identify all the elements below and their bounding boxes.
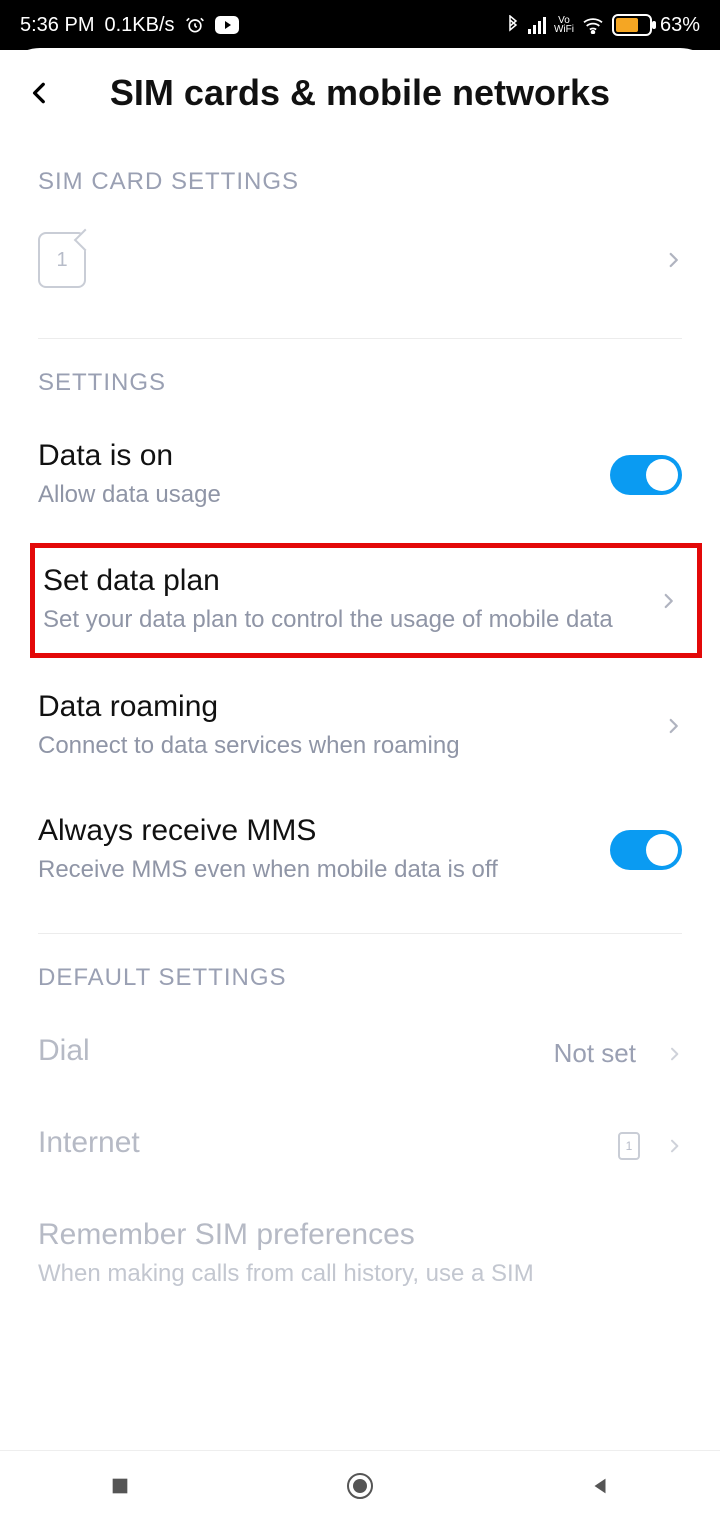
mms-text: Always receive MMS Receive MMS even when… (38, 814, 590, 886)
app-bar: SIM cards & mobile networks (0, 48, 720, 138)
section-header-sim: SIM CARD SETTINGS (0, 138, 720, 212)
section-header-default: DEFAULT SETTINGS (0, 934, 720, 1008)
sim-slot-row[interactable]: 1 (0, 212, 720, 318)
data-roaming-row[interactable]: Data roaming Connect to data services wh… (0, 664, 720, 788)
data-on-title: Data is on (38, 439, 590, 473)
mms-toggle-row[interactable]: Always receive MMS Receive MMS even when… (0, 788, 720, 912)
dial-value: Not set (554, 1038, 636, 1069)
youtube-icon (215, 16, 239, 34)
bluetooth-icon (506, 15, 520, 35)
sim-card-icon: 1 (618, 1132, 640, 1160)
nav-recent-button[interactable] (100, 1466, 140, 1506)
chevron-right-icon (666, 1134, 682, 1158)
set-data-plan-sub: Set your data plan to control the usage … (43, 604, 639, 636)
page-title: SIM cards & mobile networks (20, 72, 700, 114)
data-roaming-title: Data roaming (38, 690, 644, 724)
status-bar: 5:36 PM 0.1KB/s Vo WiFi 63% (0, 0, 720, 50)
internet-title: Internet (38, 1126, 598, 1160)
sim-slot-number: 1 (56, 249, 67, 272)
screen: SIM cards & mobile networks SIM CARD SET… (0, 48, 720, 1290)
data-toggle-row[interactable]: Data is on Allow data usage (0, 413, 720, 537)
set-data-plan-text: Set data plan Set your data plan to cont… (43, 564, 639, 636)
navigation-bar (0, 1450, 720, 1520)
data-roaming-sub: Connect to data services when roaming (38, 730, 644, 762)
dial-title: Dial (38, 1034, 534, 1068)
alarm-icon (185, 15, 205, 35)
status-left: 5:36 PM 0.1KB/s (20, 14, 239, 37)
remember-sim-sub: When making calls from call history, use… (38, 1258, 682, 1290)
internet-row[interactable]: Internet 1 (0, 1100, 720, 1192)
dial-row[interactable]: Dial Not set (0, 1008, 720, 1100)
chevron-right-icon (666, 1042, 682, 1066)
dial-text: Dial (38, 1034, 534, 1074)
status-right: Vo WiFi 63% (506, 14, 700, 37)
wifi-icon (582, 16, 604, 34)
section-header-settings: SETTINGS (0, 339, 720, 413)
remember-sim-text: Remember SIM preferences When making cal… (38, 1218, 682, 1290)
nav-back-button[interactable] (580, 1466, 620, 1506)
status-time: 5:36 PM (20, 14, 94, 37)
remember-sim-title: Remember SIM preferences (38, 1218, 682, 1252)
remember-sim-row[interactable]: Remember SIM preferences When making cal… (0, 1192, 720, 1290)
internet-text: Internet (38, 1126, 598, 1166)
status-netspeed: 0.1KB/s (104, 14, 174, 37)
battery-percent: 63% (660, 14, 700, 37)
mms-toggle-switch[interactable] (610, 830, 682, 870)
signal-icon (528, 16, 546, 34)
set-data-plan-row[interactable]: Set data plan Set your data plan to cont… (30, 543, 702, 657)
battery-icon (612, 14, 652, 36)
data-roaming-text: Data roaming Connect to data services wh… (38, 690, 644, 762)
chevron-right-icon (664, 246, 682, 274)
chevron-right-icon (664, 712, 682, 740)
data-on-sub: Allow data usage (38, 479, 590, 511)
vowifi-icon: Vo WiFi (554, 16, 574, 34)
set-data-plan-title: Set data plan (43, 564, 639, 598)
chevron-right-icon (659, 587, 677, 615)
mms-sub: Receive MMS even when mobile data is off (38, 854, 590, 886)
data-toggle-switch[interactable] (610, 455, 682, 495)
data-toggle-text: Data is on Allow data usage (38, 439, 590, 511)
sim-card-icon: 1 (38, 232, 86, 288)
mms-title: Always receive MMS (38, 814, 590, 848)
nav-home-button[interactable] (340, 1466, 380, 1506)
